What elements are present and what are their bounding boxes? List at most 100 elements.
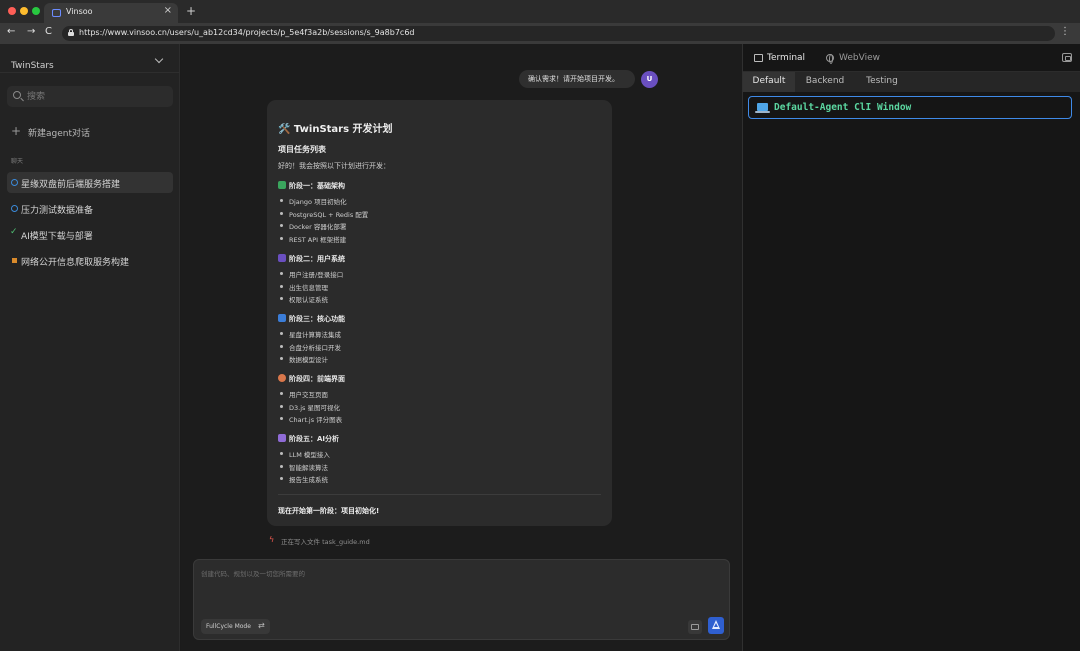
close-tab-icon[interactable]: ×: [164, 5, 172, 16]
close-window-button[interactable]: [8, 7, 16, 15]
stopped-icon: [12, 258, 17, 263]
subtab-testing[interactable]: Testing: [855, 72, 909, 92]
lock-icon: [68, 29, 74, 36]
terminal-subtabs: Default Backend Testing: [743, 72, 1080, 92]
list-item: 用户交互页面: [278, 389, 598, 402]
phase-title-text: 阶段四：前端界面: [289, 375, 345, 383]
list-item: D3.js 星图可视化: [278, 402, 598, 415]
send-icon: [712, 620, 720, 629]
new-agent-chat-button[interactable]: + 新建agent对话: [11, 124, 171, 140]
plan-intro: 好的！我会按照以下计划进行开发：: [278, 162, 390, 170]
list-item: LLM 模型接入: [278, 449, 598, 462]
chevron-down-icon: [154, 54, 164, 64]
phase-title: 阶段四：前端界面: [278, 374, 598, 389]
minimize-window-button[interactable]: [20, 7, 28, 15]
back-arrow-icon[interactable]: ←: [7, 26, 15, 37]
send-button[interactable]: [708, 617, 724, 634]
list-item: Chart.js 评分图表: [278, 414, 598, 427]
laptop-icon: [755, 103, 770, 113]
list-item: Docker 容器化部署: [278, 221, 598, 234]
in-progress-icon: [11, 179, 18, 186]
session-label: 网络公开信息爬取服务构建: [21, 258, 130, 268]
session-label: 星缘双盘前后端服务搭建: [21, 180, 121, 190]
robot-icon: [278, 434, 286, 442]
palette-icon: [278, 374, 286, 382]
url-field[interactable]: https://www.vinsoo.cn/users/u_ab12cd34/p…: [62, 26, 1055, 41]
new-tab-button[interactable]: +: [186, 4, 196, 18]
message-input[interactable]: [201, 568, 721, 598]
plus-icon: +: [11, 124, 22, 138]
terminal-icon: [754, 54, 763, 62]
card-divider: [278, 494, 601, 495]
session-item[interactable]: 网络公开信息爬取服务构建: [7, 250, 173, 271]
user-message-bubble: 确认需求！请开始项目开发。: [519, 70, 635, 88]
reload-icon[interactable]: C: [45, 26, 52, 37]
forward-arrow-icon[interactable]: →: [27, 26, 35, 37]
subtab-default[interactable]: Default: [743, 72, 795, 92]
session-item[interactable]: ✓ AI模型下载与部署: [7, 224, 173, 245]
browser-tab[interactable]: Vinsoo ×: [44, 3, 178, 23]
expand-panel-icon[interactable]: [1062, 53, 1072, 62]
phase-section: 阶段五：AI分析 LLM 模型接入 智能解读算法 报告生成系统: [278, 434, 598, 487]
search-input[interactable]: [27, 89, 167, 104]
swap-icon: ⇄: [258, 621, 265, 630]
list-item: PostgreSQL + Redis 配置: [278, 209, 598, 222]
attach-image-button[interactable]: [688, 620, 702, 634]
list-item: 数据模型设计: [278, 354, 598, 367]
list-item: 报告生成系统: [278, 474, 598, 487]
session-item[interactable]: 星缘双盘前后端服务搭建: [7, 172, 173, 193]
new-chat-label: 新建agent对话: [28, 129, 90, 139]
phase-list: Django 项目初始化 PostgreSQL + Redis 配置 Docke…: [278, 196, 598, 247]
plan-footer: 现在开始第一阶段：项目初始化!: [278, 507, 380, 515]
phase-title-text: 阶段三：核心功能: [289, 315, 345, 323]
list-item: 智能解读算法: [278, 462, 598, 475]
list-item: 用户注册/登录接口: [278, 269, 598, 282]
list-item: Django 项目初始化: [278, 196, 598, 209]
mode-toggle-button[interactable]: FullCycle Mode ⇄: [201, 619, 270, 634]
rocket-icon: [278, 314, 286, 322]
user-message-text: 确认需求！请开始项目开发。: [528, 75, 619, 83]
browser-tab-bar: Vinsoo × +: [0, 0, 1080, 23]
mode-label: FullCycle Mode: [206, 623, 251, 630]
phase-title-text: 阶段二：用户系统: [289, 255, 345, 263]
image-icon: [691, 624, 699, 630]
sidebar-divider: [0, 72, 180, 73]
favicon-icon: [52, 9, 61, 17]
phase-title-text: 阶段五：AI分析: [289, 435, 340, 443]
list-item: 合盘分析接口开发: [278, 342, 598, 355]
right-panel: Terminal WebView Default Backend Testing…: [742, 44, 1080, 651]
phase-list: 用户注册/登录接口 出生信息管理 权限认证系统: [278, 269, 598, 307]
list-item: 出生信息管理: [278, 282, 598, 295]
subtab-backend[interactable]: Backend: [795, 72, 855, 92]
phase-list: LLM 模型接入 智能解读算法 报告生成系统: [278, 449, 598, 487]
browser-menu-icon[interactable]: ⋮: [1060, 26, 1070, 37]
session-label: AI模型下载与部署: [21, 232, 93, 242]
search-icon: [13, 91, 21, 99]
search-box[interactable]: [7, 86, 173, 107]
tab-label: WebView: [839, 53, 880, 63]
phase-list: 星盘计算算法集成 合盘分析接口开发 数据模型设计: [278, 329, 598, 367]
phase-title: 阶段一：基础架构: [278, 181, 598, 196]
in-progress-icon: [11, 205, 18, 212]
check-icon: ✓: [10, 227, 18, 237]
phase-section: 阶段一：基础架构 Django 项目初始化 PostgreSQL + Redis…: [278, 181, 598, 247]
assistant-plan-card: 🛠️ TwinStars 开发计划 项目任务列表 好的！我会按照以下计划进行开发…: [267, 100, 612, 526]
globe-icon: [826, 54, 834, 64]
bolt-icon: ϟ: [269, 535, 275, 544]
chat-area: 确认需求！请开始项目开发。 U 🛠️ TwinStars 开发计划 项目任务列表…: [181, 44, 742, 651]
maximize-window-button[interactable]: [32, 7, 40, 15]
terminal-window-title: Default-Agent ClI Window: [774, 102, 912, 113]
plan-title: 🛠️ TwinStars 开发计划: [278, 124, 393, 135]
list-item: REST API 框架搭建: [278, 234, 598, 247]
chat-section-label: 聊天: [11, 158, 24, 165]
status-text: 正在写入文件 task_guide.md: [281, 538, 370, 546]
project-selector[interactable]: TwinStars: [11, 53, 166, 71]
checkbox-icon: [278, 181, 286, 189]
url-text[interactable]: https://www.vinsoo.cn/users/u_ab12cd34/p…: [79, 28, 415, 37]
phase-title: 阶段三：核心功能: [278, 314, 598, 329]
phase-section: 阶段三：核心功能 星盘计算算法集成 合盘分析接口开发 数据模型设计: [278, 314, 598, 367]
sidebar: TwinStars + 新建agent对话 聊天 星缘双盘前后端服务搭建 压力测…: [0, 44, 180, 651]
terminal-window[interactable]: Default-Agent ClI Window: [748, 96, 1072, 119]
phase-title: 阶段五：AI分析: [278, 434, 598, 449]
session-item[interactable]: 压力测试数据准备: [7, 198, 173, 219]
